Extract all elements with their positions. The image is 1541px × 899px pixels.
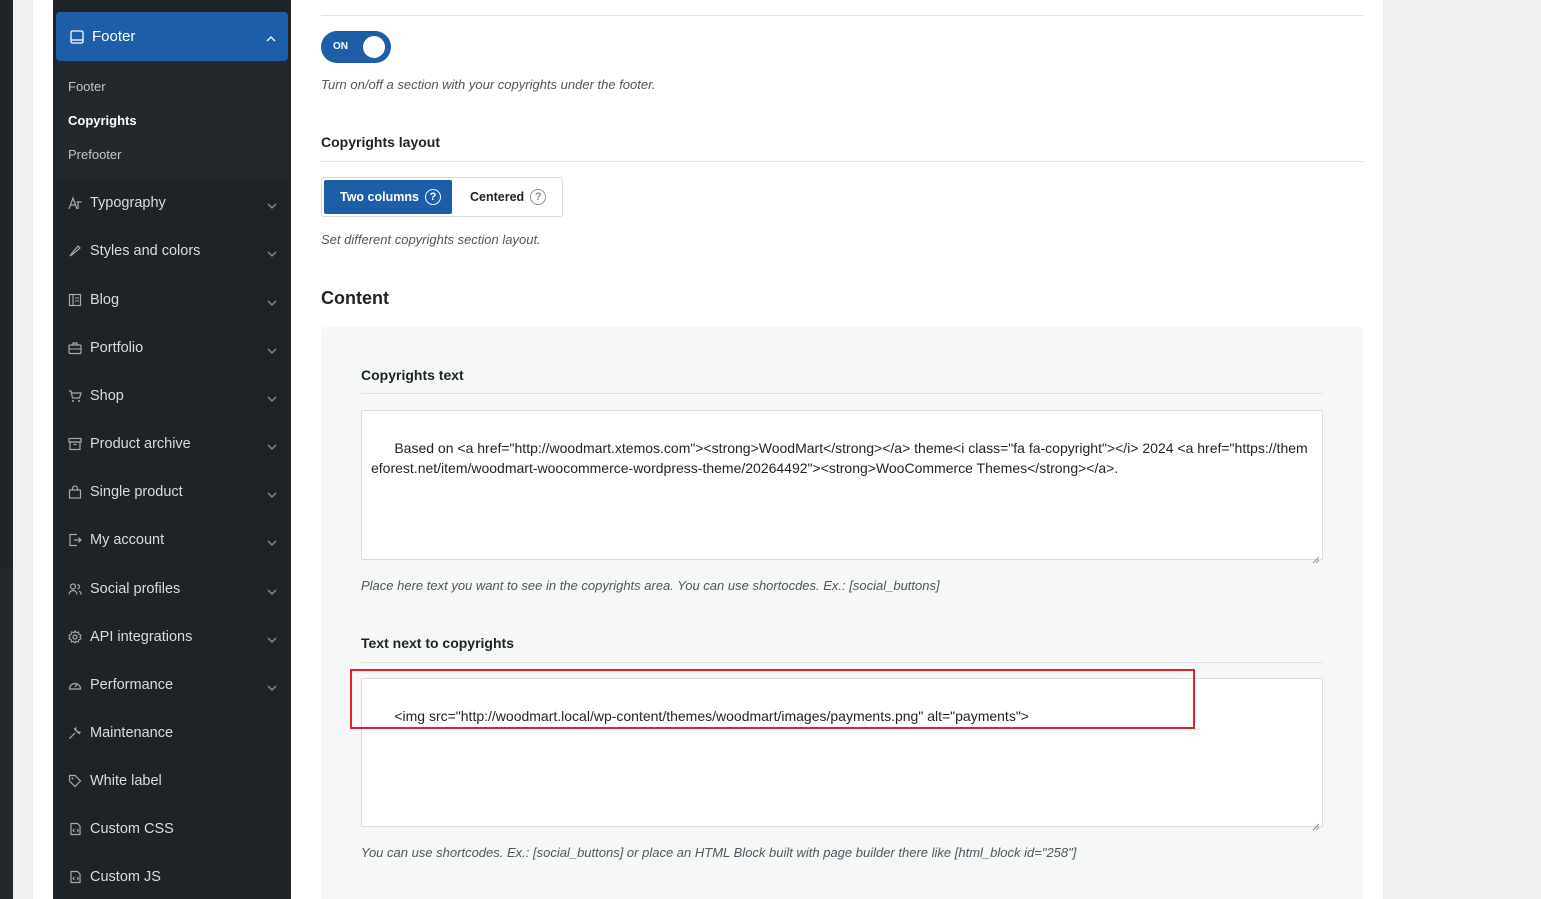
- sidebar-item-label: Performance: [90, 677, 174, 693]
- subnav-item-prefooter[interactable]: Prefooter: [68, 147, 121, 162]
- copyrights-layout-title: Copyrights layout: [321, 134, 441, 150]
- copyrights-text-textarea[interactable]: Based on <a href="http://woodmart.xtemos…: [361, 410, 1323, 564]
- account-icon: [67, 532, 83, 548]
- resize-handle-icon[interactable]: [1312, 549, 1320, 564]
- sidebar-item-label: Portfolio: [90, 340, 144, 356]
- sidebar-item-single-product[interactable]: Single product: [67, 480, 277, 504]
- chevron-down-icon: [267, 439, 277, 455]
- sidebar-item-custom-js[interactable]: Custom JS: [67, 865, 277, 889]
- sidebar-item-label: Blog: [90, 292, 120, 308]
- wp-admin-menu-strip-lower: [0, 568, 13, 899]
- sidebar-item-label: Custom JS: [90, 869, 161, 885]
- footer-icon: [69, 29, 85, 45]
- textarea-value: Based on <a href="http://woodmart.xtemos…: [371, 440, 1308, 476]
- sidebar-item-maintenance[interactable]: Maintenance: [67, 721, 277, 745]
- briefcase-icon: [67, 340, 83, 356]
- chevron-down-icon: [267, 343, 277, 359]
- sidebar-item-label: Social profiles: [90, 581, 181, 597]
- wrench-icon: [67, 725, 83, 741]
- sidebar-item-custom-css[interactable]: Custom CSS: [67, 817, 277, 841]
- subnav-item-copyrights[interactable]: Copyrights: [68, 113, 137, 128]
- copyrights-text-description: Place here text you want to see in the c…: [361, 578, 940, 593]
- sidebar-item-label: Custom CSS: [90, 821, 174, 837]
- sidebar-item-performance[interactable]: Performance: [67, 673, 277, 697]
- text-next-to-copyrights-textarea[interactable]: <img src="http://woodmart.local/wp-conte…: [361, 678, 1323, 831]
- option-label: Two columns: [340, 190, 419, 204]
- tag-icon: [67, 773, 83, 789]
- users-icon: [67, 581, 83, 597]
- text-next-to-copyrights-description: You can use shortcodes. Ex.: [social_but…: [361, 845, 1077, 860]
- typography-icon: [67, 195, 83, 211]
- sidebar-item-label: Footer: [92, 28, 136, 45]
- gear-icon: [67, 629, 83, 645]
- gauge-icon: [67, 677, 83, 693]
- sidebar-item-label: Single product: [90, 484, 183, 500]
- chevron-down-icon: [267, 584, 277, 600]
- help-icon[interactable]: ?: [424, 189, 441, 205]
- sidebar-item-social-profiles[interactable]: Social profiles: [67, 577, 277, 601]
- sidebar-item-product-archive[interactable]: Product archive: [67, 432, 277, 456]
- chevron-down-icon: [267, 632, 277, 648]
- chevron-down-icon: [267, 295, 277, 311]
- content-section-title: Content: [321, 288, 389, 308]
- sidebar-item-label: API integrations: [90, 629, 193, 645]
- sidebar-item-styles-and-colors[interactable]: Styles and colors: [67, 239, 277, 263]
- copyrights-text-title: Copyrights text: [361, 367, 464, 383]
- sidebar-item-api-integrations[interactable]: API integrations: [67, 625, 277, 649]
- divider: [361, 393, 1323, 394]
- theme-settings-sidebar: Footer Footer Copyrights Prefooter Typog…: [53, 0, 291, 899]
- sidebar-item-label: My account: [90, 532, 165, 548]
- toggle-label: ON: [333, 41, 348, 52]
- sidebar-item-label: Product archive: [90, 436, 191, 452]
- sidebar-item-portfolio[interactable]: Portfolio: [67, 336, 277, 360]
- layout-option-two-columns[interactable]: Two columns ?: [324, 180, 452, 214]
- toggle-knob: [363, 36, 385, 58]
- copyrights-layout-description: Set different copyrights section layout.: [321, 232, 541, 247]
- text-next-to-copyrights-title: Text next to copyrights: [361, 635, 514, 651]
- layout-option-centered[interactable]: Centered ?: [470, 180, 547, 214]
- chevron-down-icon: [267, 198, 277, 214]
- help-icon[interactable]: ?: [530, 189, 547, 205]
- chevron-down-icon: [267, 391, 277, 407]
- footer-subnav: Footer Copyrights Prefooter: [56, 61, 288, 179]
- divider: [361, 662, 1323, 663]
- copyrights-toggle-description: Turn on/off a section with your copyrigh…: [321, 77, 656, 92]
- sidebar-item-label: Maintenance: [90, 725, 174, 741]
- divider: [321, 161, 1363, 162]
- copyrights-layout-selector: Two columns ? Centered ?: [321, 177, 563, 217]
- page-gutter: [13, 0, 33, 899]
- textarea-value: <img src="http://woodmart.local/wp-conte…: [394, 708, 1029, 724]
- cart-icon: [67, 388, 83, 404]
- divider: [321, 15, 1363, 16]
- option-label: Centered: [470, 190, 525, 204]
- js-icon: [67, 869, 83, 885]
- chevron-down-icon: [267, 487, 277, 503]
- copyrights-toggle[interactable]: ON: [321, 31, 391, 63]
- sidebar-item-label: Typography: [90, 195, 166, 211]
- subnav-item-footer[interactable]: Footer: [68, 79, 106, 94]
- sidebar-item-typography[interactable]: Typography: [67, 191, 277, 215]
- content-group: Copyrights text Based on <a href="http:/…: [321, 327, 1363, 899]
- sidebar-item-footer[interactable]: Footer: [56, 12, 288, 61]
- chevron-down-icon: [267, 535, 277, 551]
- sidebar-item-label: Styles and colors: [90, 243, 201, 259]
- sidebar-item-white-label[interactable]: White label: [67, 769, 277, 793]
- sidebar-item-shop[interactable]: Shop: [67, 384, 277, 408]
- bag-icon: [67, 484, 83, 500]
- sidebar-item-my-account[interactable]: My account: [67, 528, 277, 552]
- chevron-up-icon: [266, 30, 276, 47]
- css-icon: [67, 821, 83, 837]
- brush-icon: [67, 243, 83, 259]
- chevron-down-icon: [267, 246, 277, 262]
- blog-icon: [67, 292, 83, 308]
- sidebar-item-label: Shop: [90, 388, 124, 404]
- sidebar-item-blog[interactable]: Blog: [67, 288, 277, 312]
- resize-handle-icon[interactable]: [1312, 816, 1320, 831]
- sidebar-item-label: White label: [90, 773, 162, 789]
- chevron-down-icon: [267, 680, 277, 696]
- archive-icon: [67, 436, 83, 452]
